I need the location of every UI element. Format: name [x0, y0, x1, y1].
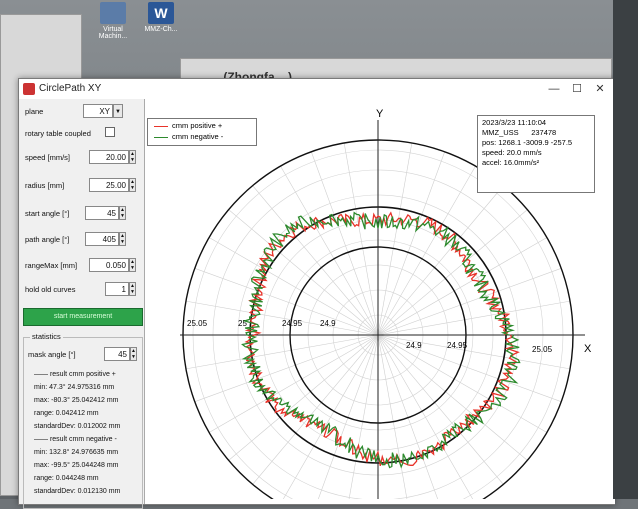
info-pos: pos: 1268.1 -3009.9 -257.5 — [482, 138, 573, 147]
grid-spoke — [377, 268, 562, 336]
grid-spoke — [194, 334, 379, 402]
ring-label-left-outer: 25.05 — [187, 319, 208, 328]
y-axis-label: Y — [376, 108, 384, 120]
measurement-info-box: 2023/3/23 11:10:04 MMZ_USS 237478 pos: 1… — [477, 115, 595, 193]
info-datetime: 2023/3/23 11:10:04 — [482, 118, 547, 127]
ring-label-center-right: 24.9 — [406, 341, 422, 350]
ring-label-right-outer: 25.05 — [532, 345, 553, 354]
ring-label-left-inner: 24.95 — [282, 319, 303, 328]
info-serial: 237478 — [531, 128, 557, 137]
info-speed: speed: 20.0 mm/s — [482, 148, 542, 157]
info-machine-row: MMZ_USS 237478 — [482, 128, 590, 138]
plot-legend: cmm positive + cmm negative - — [147, 118, 257, 146]
legend-positive-swatch — [154, 126, 168, 127]
grid-spoke — [377, 151, 445, 336]
grid-spoke — [348, 334, 379, 499]
info-machine: MMZ_USS — [482, 128, 519, 137]
circle-test-plot: Y X 25.05 25 24.95 24.9 24.9 24.95 25.05 — [180, 108, 592, 499]
grid-spoke — [311, 151, 379, 336]
ring-label-center-left: 24.9 — [320, 319, 336, 328]
info-accel: accel: 16.0mm/s² — [482, 158, 540, 167]
legend-positive-label: cmm positive + — [172, 121, 223, 130]
grid-spoke — [377, 334, 408, 499]
legend-negative-label: cmm negative - — [172, 132, 224, 141]
ring-label-right-inner: 24.95 — [447, 341, 468, 350]
desktop-right-edge — [613, 0, 638, 499]
x-axis-label: X — [584, 343, 592, 355]
cmm-positive-curve — [244, 211, 520, 467]
legend-negative-swatch — [154, 137, 168, 138]
